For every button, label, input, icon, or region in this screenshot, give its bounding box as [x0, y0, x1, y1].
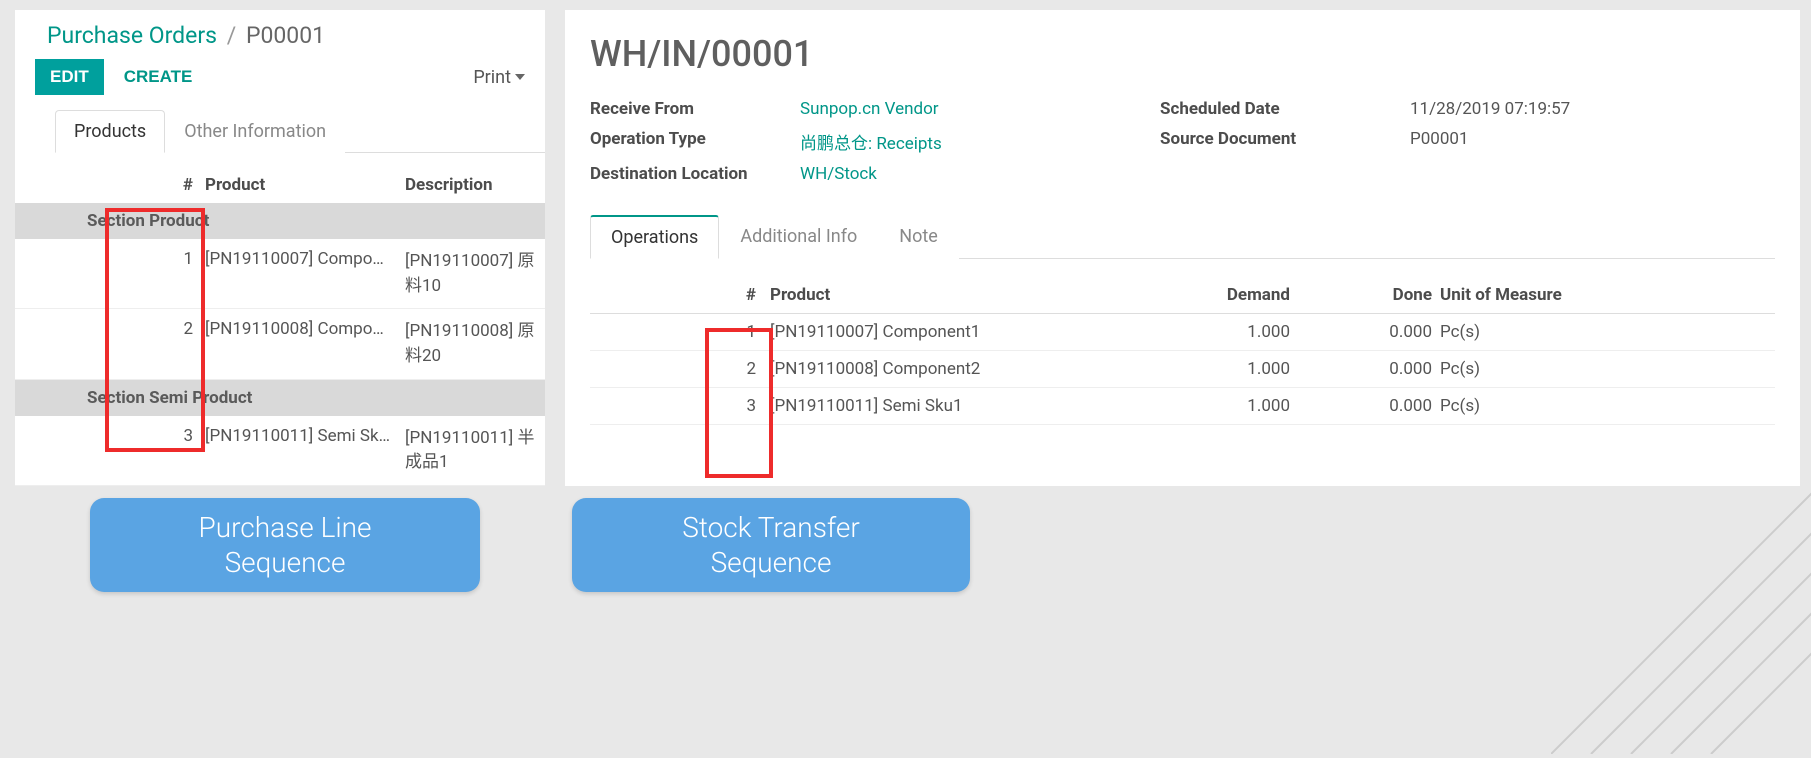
- cell-number: 2: [590, 359, 770, 379]
- col-header-done: Done: [1320, 285, 1440, 305]
- cell-done: 0.000: [1320, 322, 1440, 342]
- tab-other-information[interactable]: Other Information: [165, 110, 345, 153]
- col-header-product: Product: [770, 285, 1120, 305]
- cell-product: [PN19110011] Semi Sku1: [770, 396, 1120, 416]
- cell-description: [PN19110007] 原料10: [405, 249, 545, 298]
- table-row[interactable]: 2 [PN19110008] Component2 1.000 0.000 Pc…: [590, 351, 1775, 388]
- callout-purchase-line-sequence: Purchase Line Sequence: [90, 498, 480, 592]
- tab-note[interactable]: Note: [878, 215, 959, 259]
- table-row[interactable]: 3 [PN19110011] Semi Sk… [PN19110011] 半成品…: [15, 416, 545, 486]
- action-row: EDIT CREATE Print: [15, 53, 545, 109]
- breadcrumb-current: P00001: [246, 22, 325, 49]
- callout-stock-transfer-sequence: Stock Transfer Sequence: [572, 498, 970, 592]
- create-button[interactable]: CREATE: [110, 60, 207, 94]
- label-scheduled-date: Scheduled Date: [1160, 99, 1410, 119]
- po-table-header: # Product Description: [15, 171, 545, 203]
- col-header-number: #: [15, 175, 205, 195]
- value-operation-type[interactable]: 尚鹏总仓: Receipts: [800, 129, 1160, 154]
- tab-additional-info[interactable]: Additional Info: [719, 215, 878, 259]
- value-source-document: P00001: [1410, 129, 1775, 154]
- po-section-header: Section Product: [15, 203, 545, 239]
- cell-uom: Pc(s): [1440, 359, 1775, 379]
- purchase-order-panel: Purchase Orders / P00001 EDIT CREATE Pri…: [15, 10, 545, 486]
- cell-number: 3: [590, 396, 770, 416]
- cell-uom: Pc(s): [1440, 322, 1775, 342]
- cell-description: [PN19110011] 半成品1: [405, 426, 545, 475]
- cell-done: 0.000: [1320, 396, 1440, 416]
- table-row[interactable]: 2 [PN19110008] Compo… [PN19110008] 原料20: [15, 309, 545, 379]
- cell-number: 2: [15, 319, 205, 339]
- callout-line2: Sequence: [711, 546, 832, 579]
- table-row[interactable]: 1 [PN19110007] Component1 1.000 0.000 Pc…: [590, 314, 1775, 351]
- print-label: Print: [473, 67, 511, 88]
- cell-demand: 1.000: [1120, 322, 1320, 342]
- tab-operations[interactable]: Operations: [590, 215, 719, 259]
- value-destination-location[interactable]: WH/Stock: [800, 164, 1160, 184]
- breadcrumb-separator: /: [227, 22, 237, 49]
- po-tabs: Products Other Information: [55, 109, 545, 153]
- po-lines-table: # Product Description Section Product 1 …: [15, 171, 545, 486]
- cell-product: [PN19110007] Compo…: [205, 249, 405, 269]
- transfer-info-grid: Receive From Sunpop.cn Vendor Scheduled …: [590, 99, 1775, 184]
- tab-products[interactable]: Products: [55, 110, 165, 153]
- table-row[interactable]: 3 [PN19110011] Semi Sku1 1.000 0.000 Pc(…: [590, 388, 1775, 425]
- col-header-product: Product: [205, 175, 405, 195]
- col-header-description: Description: [405, 175, 545, 195]
- ops-table-header: # Product Demand Done Unit of Measure: [590, 277, 1775, 314]
- transfer-tabs: Operations Additional Info Note: [590, 214, 1775, 259]
- col-header-demand: Demand: [1120, 285, 1320, 305]
- po-section-title: Section Product: [15, 211, 545, 231]
- decorative-diagonal-lines: [1551, 454, 1811, 754]
- cell-number: 1: [15, 249, 205, 269]
- callout-line2: Sequence: [225, 546, 346, 579]
- cell-demand: 1.000: [1120, 396, 1320, 416]
- value-scheduled-date: 11/28/2019 07:19:57: [1410, 99, 1775, 119]
- col-header-number: #: [590, 285, 770, 305]
- table-row[interactable]: 1 [PN19110007] Compo… [PN19110007] 原料10: [15, 239, 545, 309]
- print-dropdown[interactable]: Print: [473, 67, 525, 88]
- cell-uom: Pc(s): [1440, 396, 1775, 416]
- callout-line1: Purchase Line: [198, 511, 371, 544]
- cell-number: 1: [590, 322, 770, 342]
- transfer-title: WH/IN/00001: [590, 33, 1775, 75]
- col-header-uom: Unit of Measure: [1440, 285, 1775, 305]
- operations-table: # Product Demand Done Unit of Measure 1 …: [590, 277, 1775, 425]
- caret-down-icon: [515, 74, 525, 80]
- label-operation-type: Operation Type: [590, 129, 800, 154]
- cell-product: [PN19110011] Semi Sk…: [205, 426, 405, 446]
- label-receive-from: Receive From: [590, 99, 800, 119]
- callout-line1: Stock Transfer: [682, 511, 860, 544]
- cell-done: 0.000: [1320, 359, 1440, 379]
- cell-product: [PN19110007] Component1: [770, 322, 1120, 342]
- breadcrumb: Purchase Orders / P00001: [15, 10, 545, 53]
- value-receive-from[interactable]: Sunpop.cn Vendor: [800, 99, 1160, 119]
- po-section-title: Section Semi Product: [15, 388, 545, 408]
- edit-button[interactable]: EDIT: [35, 59, 104, 95]
- label-destination-location: Destination Location: [590, 164, 800, 184]
- breadcrumb-root[interactable]: Purchase Orders: [47, 22, 217, 49]
- cell-demand: 1.000: [1120, 359, 1320, 379]
- cell-product: [PN19110008] Component2: [770, 359, 1120, 379]
- po-section-header: Section Semi Product: [15, 380, 545, 416]
- label-source-document: Source Document: [1160, 129, 1410, 154]
- cell-product: [PN19110008] Compo…: [205, 319, 405, 339]
- cell-description: [PN19110008] 原料20: [405, 319, 545, 368]
- stock-transfer-panel: WH/IN/00001 Receive From Sunpop.cn Vendo…: [565, 10, 1800, 486]
- cell-number: 3: [15, 426, 205, 446]
